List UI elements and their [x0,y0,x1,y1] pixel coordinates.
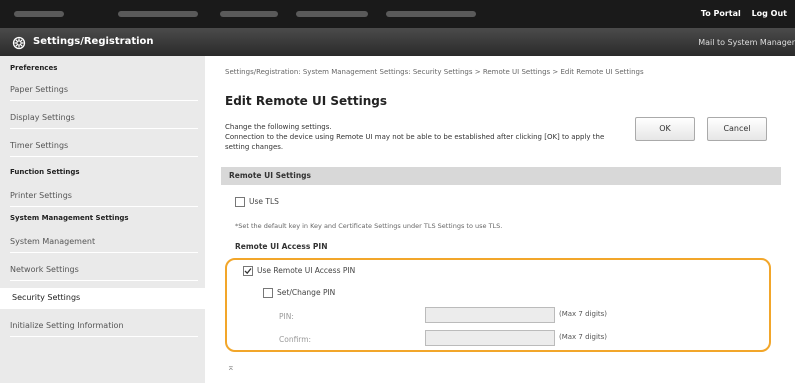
access-pin-heading: Remote UI Access PIN [235,242,328,251]
use-access-pin-checkbox[interactable] [243,266,253,276]
sidebar-heading-function-settings: Function Settings [10,168,80,176]
sidebar-heading-preferences: Preferences [10,64,58,72]
sidebar: Preferences Paper Settings Display Setti… [0,56,207,383]
sidebar-item-network-settings[interactable]: Network Settings [10,260,198,281]
app-header: Settings/Registration Mail to System Man… [0,28,795,56]
sidebar-heading-system-management: System Management Settings [10,214,129,222]
set-change-pin-label: Set/Change PIN [277,288,336,297]
confirm-max-note: (Max 7 digits) [559,333,608,341]
mail-to-system-manager-link[interactable]: Mail to System Manager [698,38,795,47]
blurred-text [296,11,368,17]
sidebar-item-paper-settings[interactable]: Paper Settings [10,80,198,101]
blurred-device-name [14,11,64,17]
instruction-text: Change the following settings. Connectio… [225,122,625,152]
top-links: To Portal Log Out [693,9,787,18]
blurred-text [220,11,278,17]
log-out-link[interactable]: Log Out [752,9,787,18]
page-title: Edit Remote UI Settings [225,94,388,108]
blurred-text [386,11,476,17]
instruction-line-2: Connection to the device using Remote UI… [225,133,605,151]
sidebar-item-initialize-setting-information[interactable]: Initialize Setting Information [10,316,198,337]
settings-gear-icon [12,36,26,50]
set-change-pin-checkbox[interactable] [263,288,273,298]
confirm-input[interactable] [425,330,555,346]
use-tls-checkbox[interactable] [235,197,245,207]
top-bar: To Portal Log Out [0,0,795,28]
to-portal-link[interactable]: To Portal [701,9,741,18]
cancel-button[interactable]: Cancel [707,117,767,141]
section-header-remote-ui-settings: Remote UI Settings [221,167,781,185]
sidebar-item-system-management[interactable]: System Management [10,232,198,253]
scroll-top-icon[interactable]: ⌅ [227,363,235,373]
pin-input[interactable] [425,307,555,323]
sidebar-item-timer-settings[interactable]: Timer Settings [10,136,198,157]
sidebar-item-display-settings[interactable]: Display Settings [10,108,198,129]
breadcrumb: Settings/Registration: System Management… [225,68,644,76]
use-tls-label: Use TLS [249,197,279,206]
ok-button[interactable]: OK [635,117,695,141]
pin-max-note: (Max 7 digits) [559,310,608,318]
use-access-pin-label: Use Remote UI Access PIN [257,266,356,275]
sidebar-item-security-settings[interactable]: Security Settings [0,288,207,309]
app-title: Settings/Registration [33,36,154,47]
pin-label: PIN: [279,312,294,321]
sidebar-item-printer-settings[interactable]: Printer Settings [10,186,198,207]
check-mark-icon [244,268,252,275]
blurred-text [118,11,198,17]
tls-note: *Set the default key in Key and Certific… [235,222,503,230]
instruction-line-1: Change the following settings. [225,123,332,131]
confirm-label: Confirm: [279,335,312,344]
